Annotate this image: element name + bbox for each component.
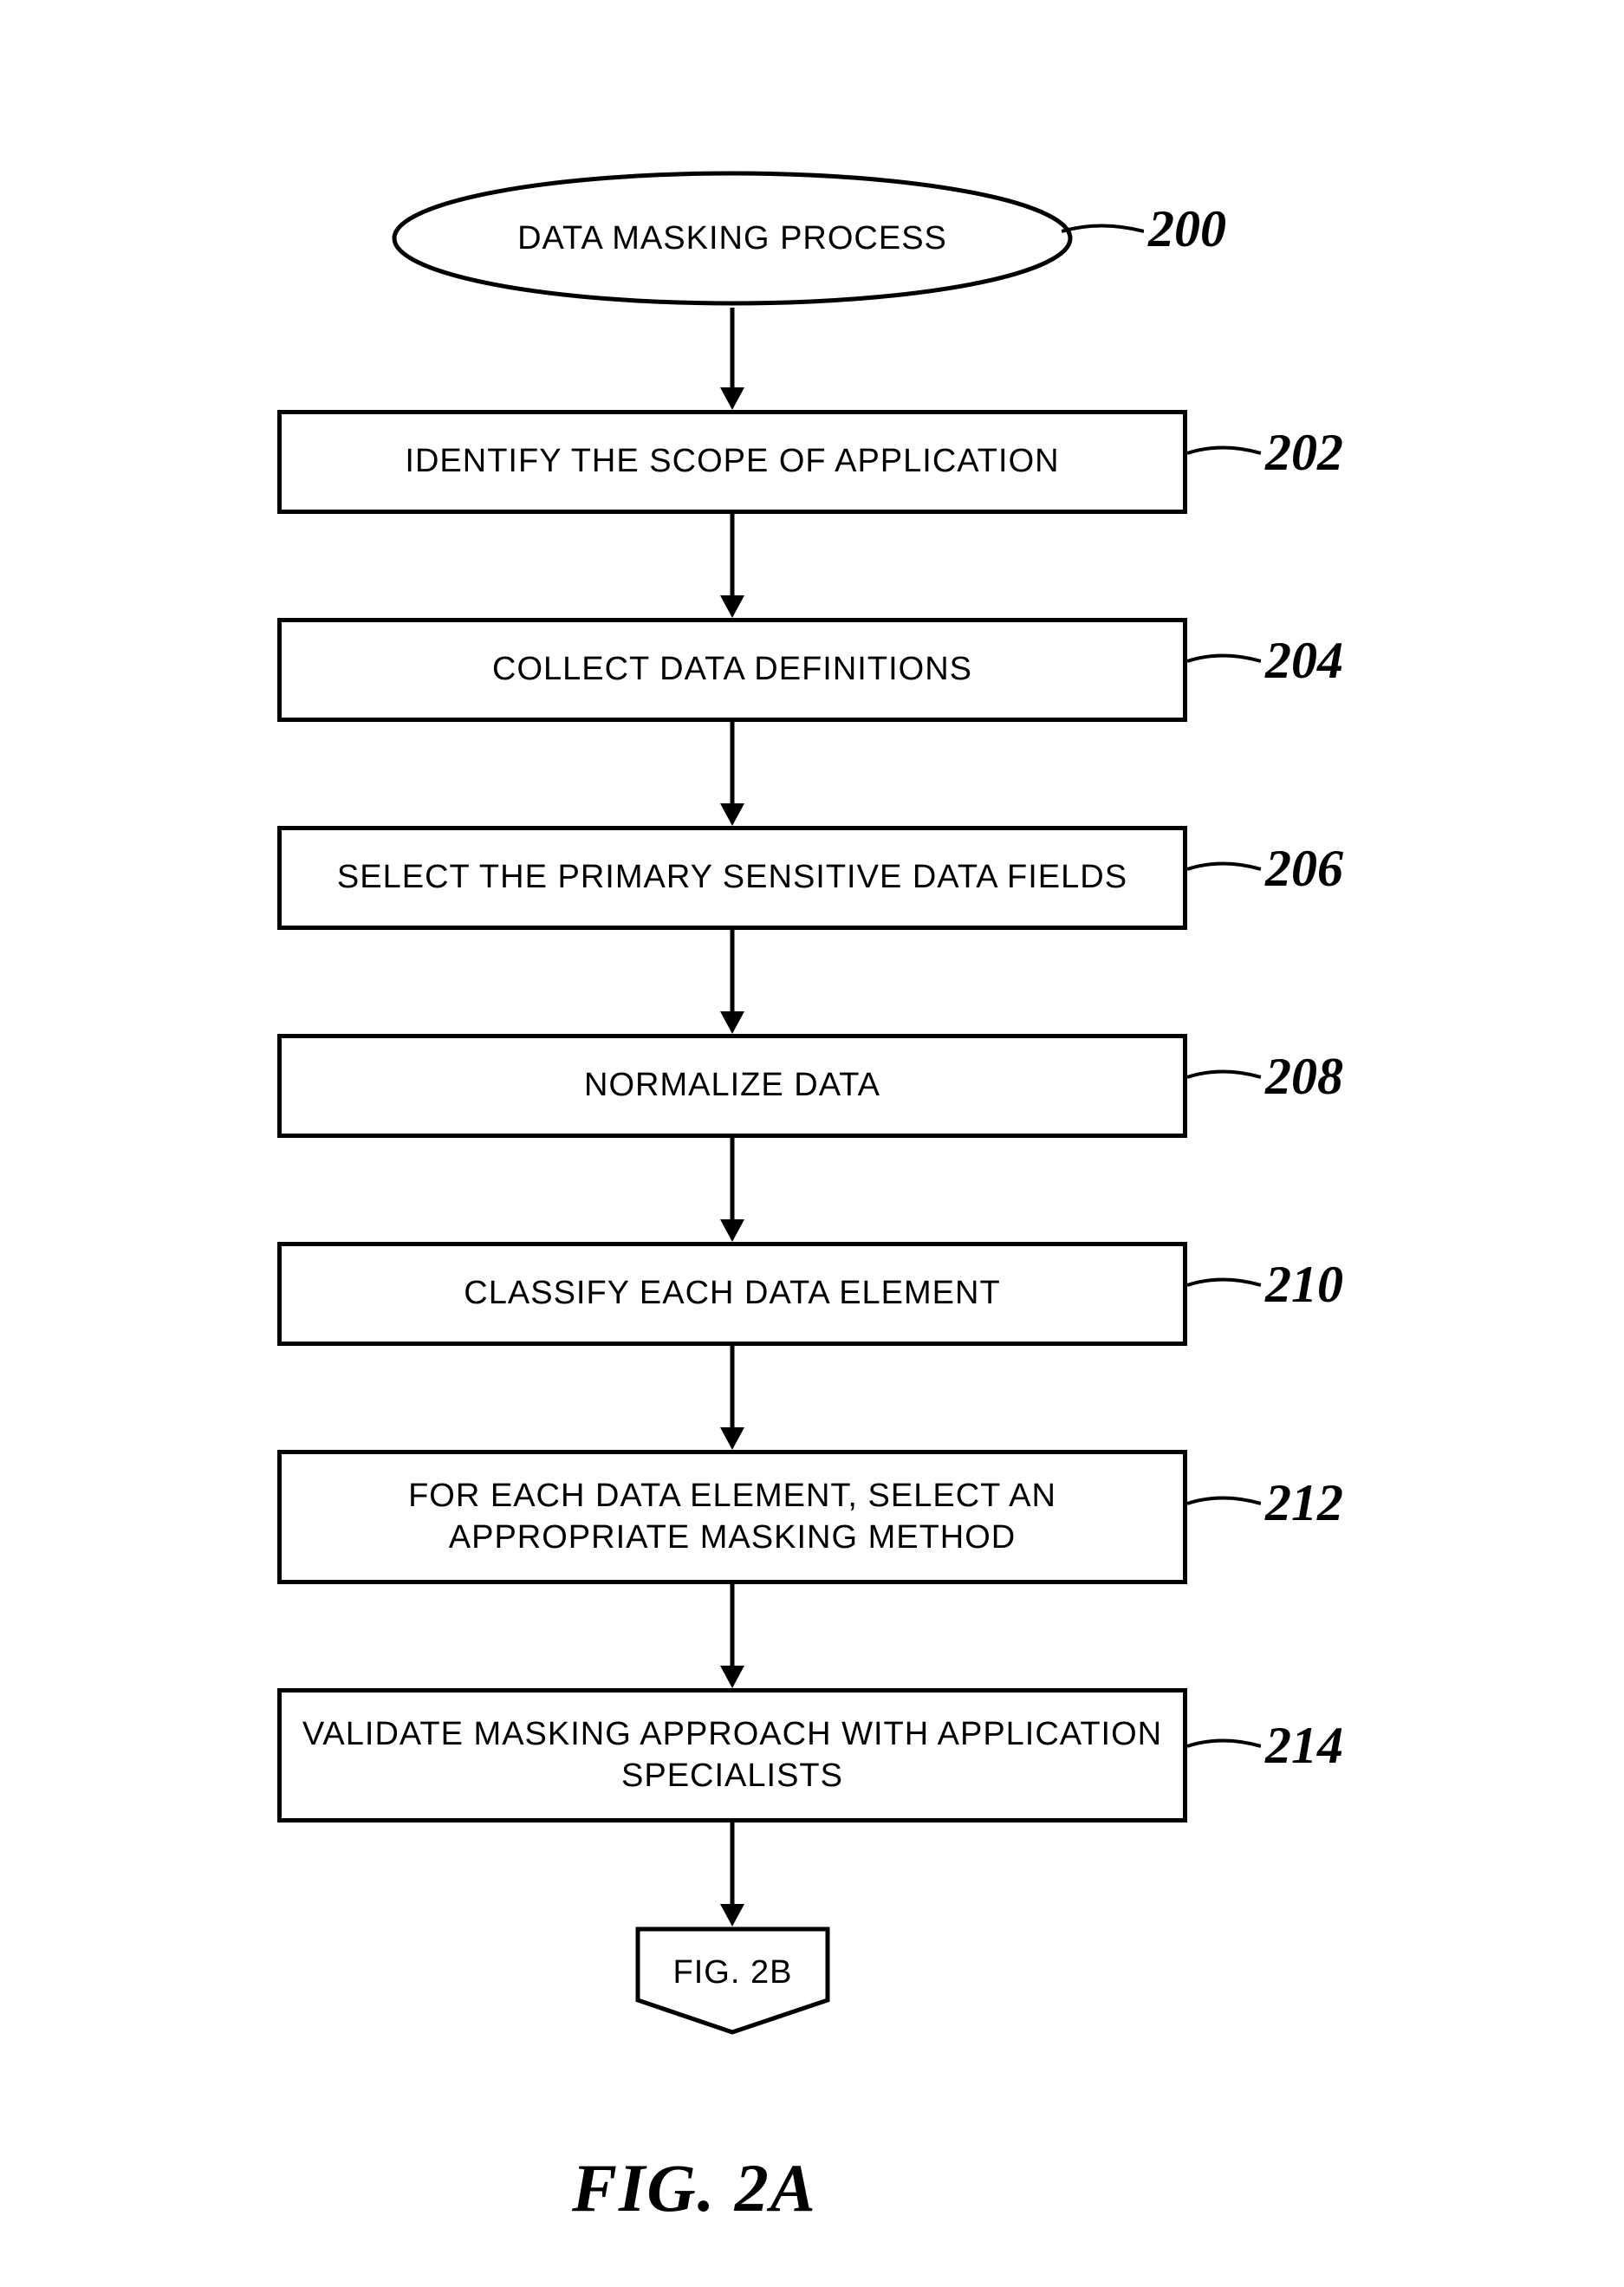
arrow-1-2 — [715, 514, 750, 618]
offpage-connector: FIG. 2B — [635, 1926, 830, 2035]
arrow-0-1 — [715, 308, 750, 410]
arrow-3-4 — [715, 930, 750, 1034]
step-validate-approach: VALIDATE MASKING APPROACH WITH APPLICATI… — [277, 1688, 1187, 1822]
ref-202: 202 — [1265, 423, 1343, 483]
step-normalize-data: NORMALIZE DATA — [277, 1034, 1187, 1138]
arrow-7-off — [715, 1822, 750, 1926]
lead-208 — [1187, 1064, 1261, 1090]
ref-200: 200 — [1148, 199, 1226, 259]
step-identify-scope: IDENTIFY THE SCOPE OF APPLICATION — [277, 410, 1187, 514]
start-node: DATA MASKING PROCESS — [390, 169, 1075, 308]
step-label: FOR EACH DATA ELEMENT, SELECT AN APPROPR… — [299, 1476, 1166, 1558]
lead-206 — [1187, 856, 1261, 882]
arrow-4-5 — [715, 1138, 750, 1242]
ref-212: 212 — [1265, 1473, 1343, 1533]
lead-202 — [1187, 440, 1261, 466]
arrow-6-7 — [715, 1584, 750, 1688]
step-select-masking-method: FOR EACH DATA ELEMENT, SELECT AN APPROPR… — [277, 1450, 1187, 1584]
step-label: VALIDATE MASKING APPROACH WITH APPLICATI… — [299, 1714, 1166, 1796]
figure-caption: FIG. 2A — [572, 2149, 817, 2227]
ref-206: 206 — [1265, 839, 1343, 899]
step-classify-element: CLASSIFY EACH DATA ELEMENT — [277, 1242, 1187, 1346]
ref-204: 204 — [1265, 631, 1343, 691]
ref-208: 208 — [1265, 1047, 1343, 1107]
offpage-label: FIG. 2B — [635, 1926, 830, 2035]
lead-204 — [1187, 648, 1261, 674]
step-label: NORMALIZE DATA — [584, 1065, 880, 1107]
step-label: CLASSIFY EACH DATA ELEMENT — [464, 1273, 1000, 1315]
arrow-5-6 — [715, 1346, 750, 1450]
step-label: IDENTIFY THE SCOPE OF APPLICATION — [405, 441, 1059, 483]
step-collect-definitions: COLLECT DATA DEFINITIONS — [277, 618, 1187, 722]
step-select-primary-fields: SELECT THE PRIMARY SENSITIVE DATA FIELDS — [277, 826, 1187, 930]
lead-200 — [1062, 218, 1144, 244]
lead-214 — [1187, 1733, 1261, 1759]
lead-212 — [1187, 1491, 1261, 1517]
step-label: COLLECT DATA DEFINITIONS — [492, 649, 972, 691]
step-label: SELECT THE PRIMARY SENSITIVE DATA FIELDS — [337, 857, 1127, 899]
ref-214: 214 — [1265, 1716, 1343, 1776]
arrow-2-3 — [715, 722, 750, 826]
start-label: DATA MASKING PROCESS — [390, 169, 1075, 308]
diagram-canvas: DATA MASKING PROCESS IDENTIFY THE SCOPE … — [0, 0, 1624, 2287]
lead-210 — [1187, 1272, 1261, 1298]
ref-210: 210 — [1265, 1255, 1343, 1315]
